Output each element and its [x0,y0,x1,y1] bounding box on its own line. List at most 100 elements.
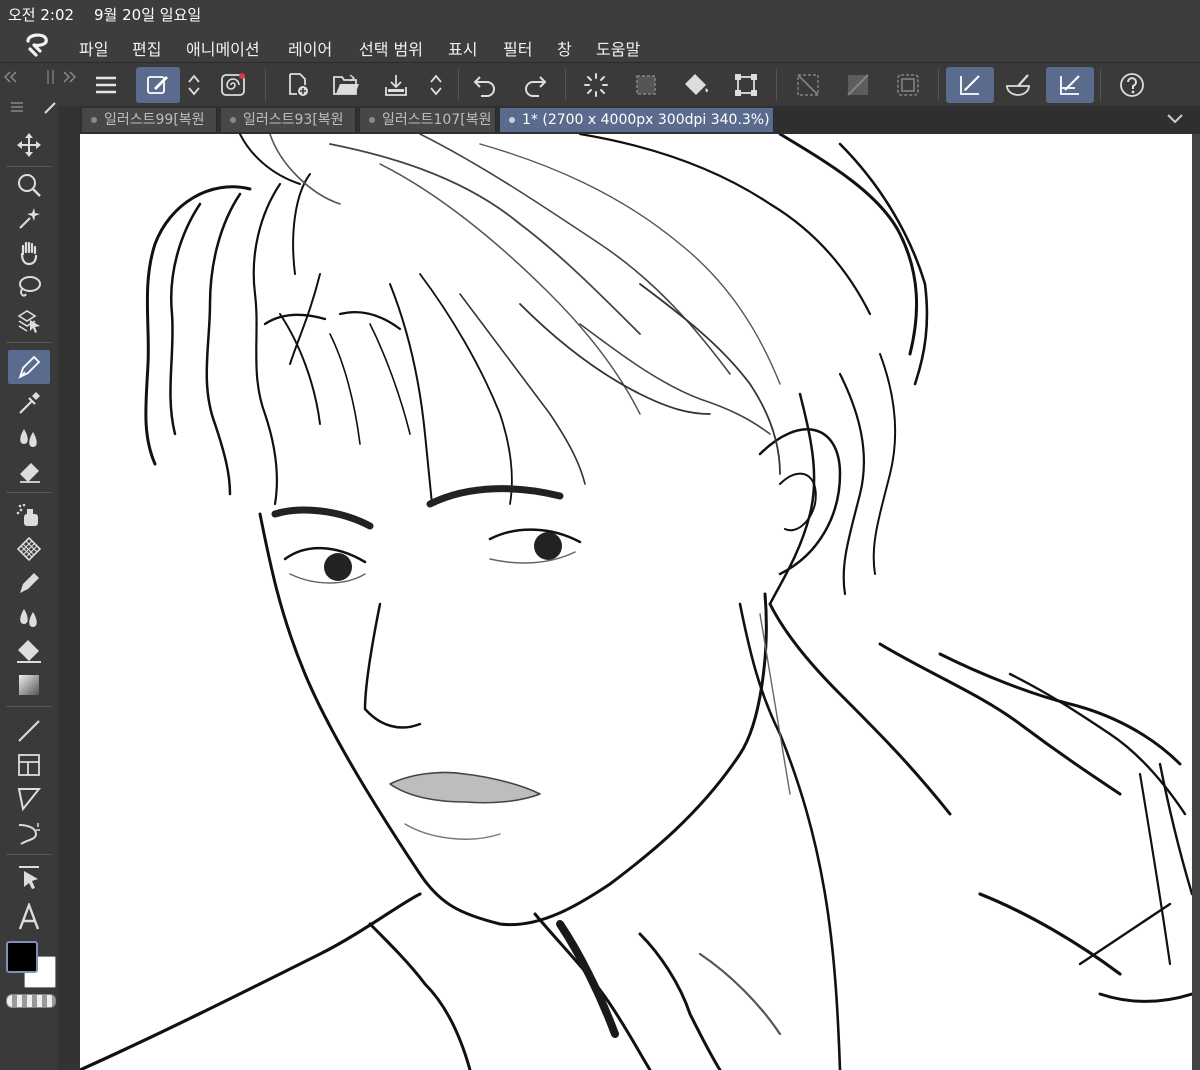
select-layer-icon [17,310,40,333]
canvas-scrollbar[interactable] [1192,134,1200,1070]
tool-decoration[interactable] [8,566,50,600]
redo-button[interactable] [517,67,553,103]
up-down-icon [188,74,200,96]
airbrush-icon [16,503,38,526]
open-folder-icon [333,74,359,95]
tool-gradient[interactable] [8,668,50,702]
tool-select-layer[interactable] [8,304,50,338]
stabilization-button[interactable] [215,67,251,103]
fill-pattern-icon [847,74,869,96]
snap-grid-button[interactable] [1046,67,1094,103]
fill-button[interactable] [678,67,714,103]
pen-settings-icon [147,76,168,94]
help-button[interactable] [1114,67,1150,103]
menu-window[interactable]: 창 [557,36,572,60]
expand-right-icon[interactable] [62,71,76,83]
menu-selection[interactable]: 선택 범위 [359,36,423,60]
menu-bar: 파일 편집 애니메이션 레이어 선택 범위 표시 필터 창 도움말 [0,28,1200,62]
tab-illust99[interactable]: 일러스트99[복원 [82,108,217,132]
tab-label: 일러스트93[복원 [243,112,344,128]
zoom-icon [18,174,41,197]
auto-select-icon [19,208,40,229]
tool-zoom[interactable] [8,168,50,202]
new-button[interactable] [280,67,316,103]
transform-button[interactable] [728,67,764,103]
tool-object-select[interactable] [8,860,50,894]
file-toggle-button[interactable] [422,67,450,103]
save-icon [385,75,407,96]
brush-snap-button[interactable] [1000,67,1036,103]
lasso-icon [19,276,41,297]
chevron-down-icon[interactable] [1166,112,1184,126]
tab-label: 일러스트99[복원 [104,112,205,128]
redo-icon [525,76,547,97]
eraser-icon [20,463,40,483]
tool-property-button[interactable] [136,67,180,103]
menu-layer[interactable]: 레이어 [288,36,332,60]
transparent-color-swatch[interactable] [6,994,56,1008]
panel-menu-icon[interactable] [10,102,24,112]
drawing-canvas[interactable] [80,134,1192,1070]
tab-dot-icon [369,117,375,123]
menu-help[interactable]: 도움말 [596,36,640,60]
tool-auto-select[interactable] [8,202,50,236]
app-logo-icon[interactable] [22,31,52,59]
loading-button[interactable] [578,67,614,103]
menu-animation[interactable]: 애니메이션 [186,36,260,60]
clear-selection-button[interactable] [628,67,664,103]
tool-move[interactable] [8,128,50,162]
main-color-swatch[interactable] [6,941,38,973]
tool-fill[interactable] [8,634,50,668]
tool-eraser[interactable] [8,454,50,488]
snap-ruler-button[interactable] [946,67,994,103]
tool-eyedropper[interactable] [8,386,50,420]
loading-icon [584,73,608,97]
line-icon [18,720,40,742]
transform-icon [735,74,757,96]
tool-frame[interactable] [8,748,50,782]
tool-panel [0,102,58,1070]
snap-grid-icon [1060,75,1080,95]
tab-label: 일러스트107[복원 [382,112,492,128]
tool-tone[interactable] [8,816,50,850]
open-button[interactable] [328,67,364,103]
tool-blend[interactable] [8,420,50,454]
tool-pen[interactable] [8,350,50,384]
menu-view[interactable]: 표시 [448,36,477,60]
command-bar [0,62,1200,108]
panel-divider [58,106,80,1070]
hide-selection-button[interactable] [790,67,826,103]
undo-icon [473,76,495,97]
tab-label: 1* (2700 x 4000px 300dpi 340.3%) [522,112,770,128]
undo-button[interactable] [467,67,503,103]
menu-filter[interactable]: 필터 [503,36,532,60]
eyedropper-icon [19,392,40,414]
tool-airbrush[interactable] [8,498,50,532]
tool-line[interactable] [8,714,50,748]
help-icon [1120,73,1144,97]
line-art-drawing [80,134,1192,1070]
ruler-icon [17,788,42,812]
pen-indicator-icon [44,102,56,114]
menu-edit[interactable]: 편집 [132,36,161,60]
collapse-left-icon[interactable] [4,71,18,83]
panel-grip-icon[interactable] [44,69,58,85]
tool-hand[interactable] [8,236,50,270]
toggle-button[interactable] [180,67,208,103]
fill-pattern-button[interactable] [840,67,876,103]
tool-pattern[interactable] [8,532,50,566]
tab-illust107[interactable]: 일러스트107[복원 [360,108,496,132]
tool-blur[interactable] [8,600,50,634]
frame-icon [18,754,40,776]
menu-button[interactable] [88,67,124,103]
tool-text[interactable] [8,900,50,934]
tool-ruler[interactable] [8,782,50,816]
tool-lasso[interactable] [8,270,50,304]
border-button[interactable] [890,67,926,103]
save-button[interactable] [378,67,414,103]
tab-dot-icon [230,117,236,123]
snap-ruler-icon [960,75,980,95]
menu-file[interactable]: 파일 [79,36,108,60]
tab-current-canvas[interactable]: 1* (2700 x 4000px 300dpi 340.3%) [500,108,774,132]
tab-illust93[interactable]: 일러스트93[복원 [221,108,356,132]
